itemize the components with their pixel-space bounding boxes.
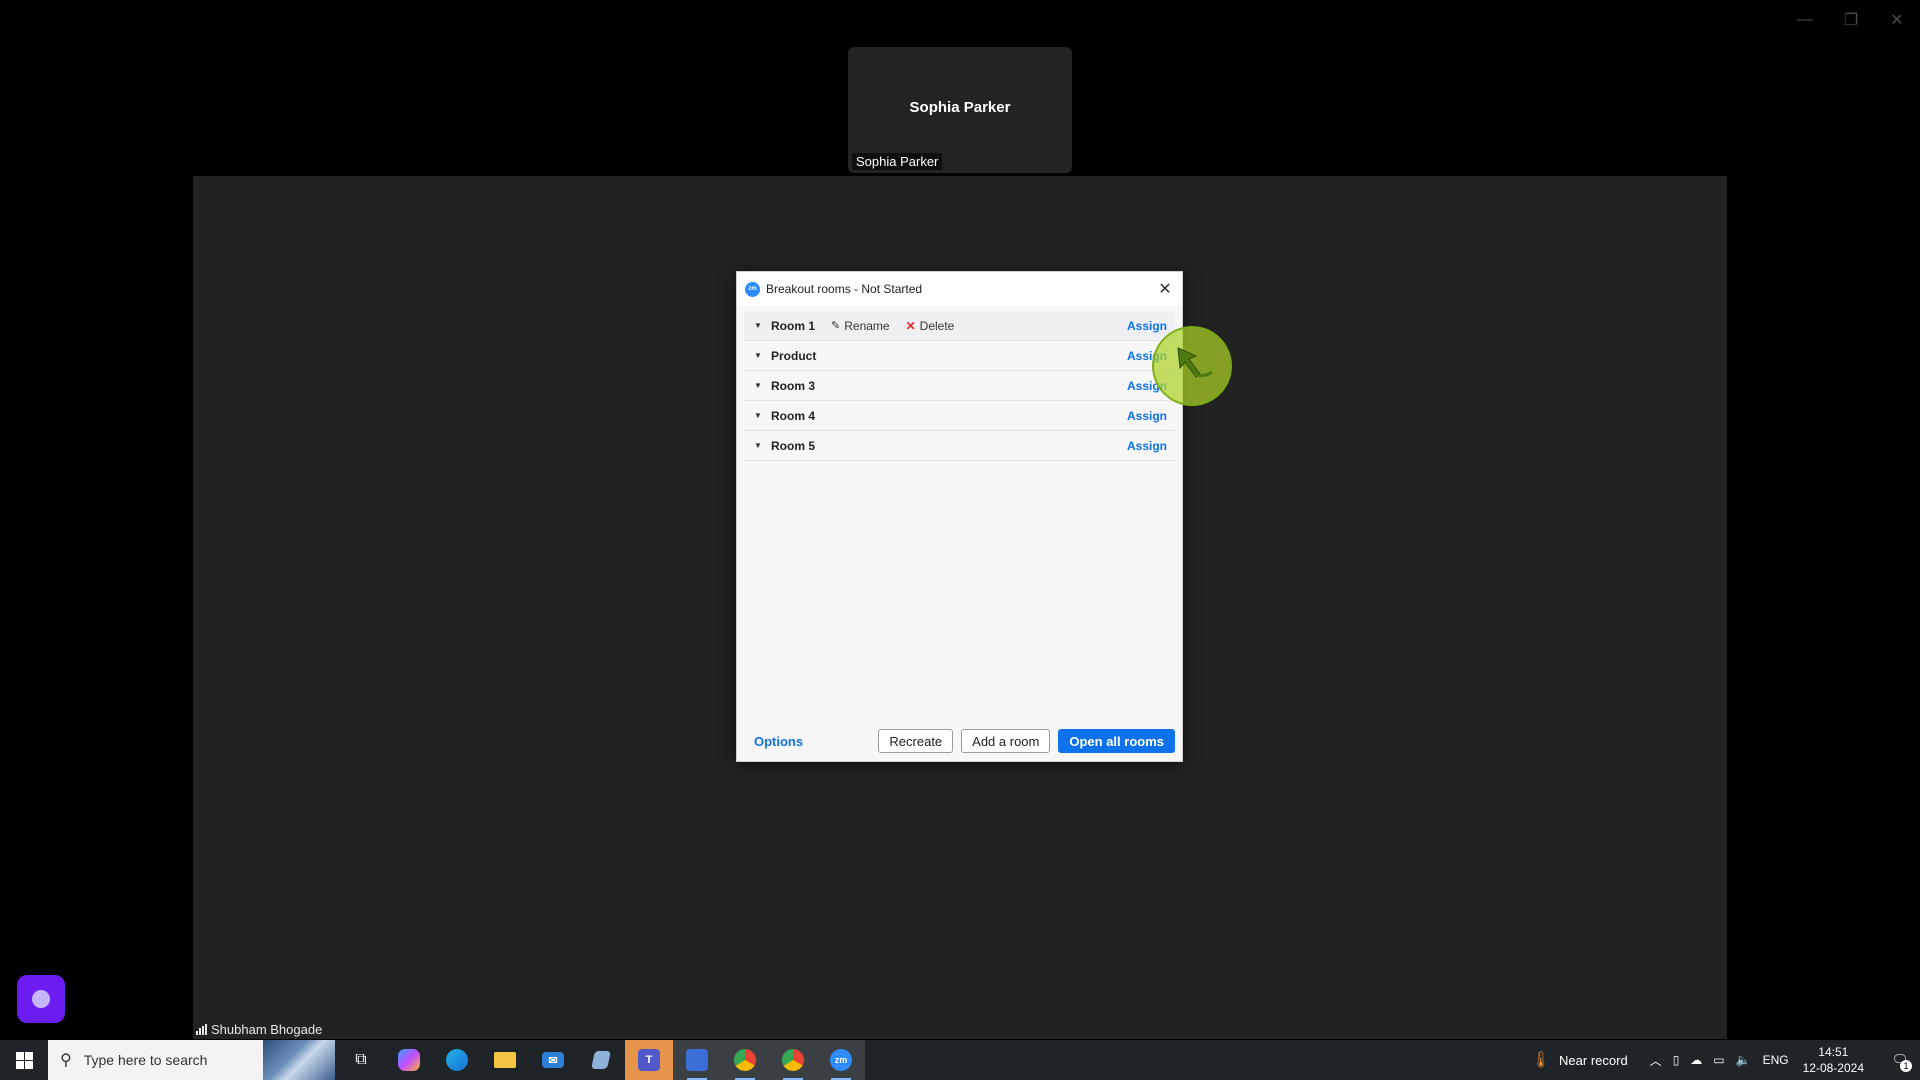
meet-icon[interactable]: ▯ — [1673, 1053, 1680, 1067]
network-icon[interactable]: ▭ — [1713, 1053, 1724, 1067]
room-name: Room 4 — [771, 408, 816, 423]
edge-icon — [446, 1049, 468, 1071]
add-room-button[interactable]: Add a room — [961, 729, 1051, 753]
rename-button[interactable]: ✎ Rename — [831, 319, 890, 333]
start-button[interactable] — [0, 1040, 48, 1080]
dialog-title: Breakout rooms - Not Started — [766, 282, 923, 296]
taskbar: ⚲ Type here to search ⧉ ✉ T zm 🌡 Near re… — [0, 1040, 1920, 1080]
room-row[interactable]: ▼ Room 4 Assign — [744, 401, 1175, 431]
pencil-icon: ✎ — [831, 320, 841, 332]
edge-button[interactable] — [433, 1040, 481, 1080]
room-name: Room 5 — [771, 438, 816, 453]
windows-logo-icon — [15, 1051, 33, 1069]
teams-icon: T — [638, 1049, 660, 1071]
clock[interactable]: 14:51 12-08-2024 — [1803, 1044, 1864, 1076]
assign-button[interactable]: Assign — [1127, 319, 1167, 333]
participant-video-tile[interactable]: Sophia Parker Sophia Parker — [848, 47, 1072, 173]
search-icon: ⚲ — [60, 1052, 72, 1069]
window-app-icon — [686, 1049, 708, 1071]
zoom-button[interactable]: zm — [817, 1040, 865, 1080]
dialog-footer: Options Recreate Add a room Open all roo… — [737, 721, 1182, 761]
window-app-button[interactable] — [673, 1040, 721, 1080]
assign-button[interactable]: Assign — [1127, 409, 1167, 423]
zoom-logo-icon: zm — [745, 281, 760, 297]
system-tray: 🌡 Near record ︿ ▯ ☁ ▭ 🔈 ENG 14:51 12-08-… — [1531, 1040, 1920, 1080]
task-view-icon: ⧉ — [355, 1051, 367, 1068]
chrome-icon — [782, 1049, 804, 1071]
language-indicator[interactable]: ENG — [1763, 1053, 1789, 1067]
clock-time: 14:51 — [1818, 1045, 1849, 1059]
room-row[interactable]: ▼ Room 1 ✎ Rename ✕ Delete Assign — [744, 311, 1175, 341]
caret-down-icon[interactable]: ▼ — [754, 411, 762, 420]
floating-assistant-button[interactable] — [17, 975, 65, 1023]
notification-count: 1 — [1900, 1060, 1912, 1072]
click-indicator — [1152, 326, 1232, 406]
clock-date: 12-08-2024 — [1802, 1061, 1864, 1075]
chevron-up-icon[interactable]: ︿ — [1650, 1052, 1662, 1069]
copilot-button[interactable] — [385, 1040, 433, 1080]
search-highlight-image — [263, 1040, 335, 1080]
close-icon[interactable]: ✕ — [1154, 278, 1176, 300]
app-button[interactable] — [577, 1040, 625, 1080]
room-row[interactable]: ▼ Product Assign — [744, 341, 1175, 371]
delete-button[interactable]: ✕ Delete — [906, 319, 955, 333]
weather-widget[interactable]: 🌡 Near record — [1531, 1050, 1628, 1070]
document-app-icon — [591, 1051, 611, 1069]
caret-down-icon[interactable]: ▼ — [754, 321, 762, 330]
rename-label: Rename — [844, 318, 890, 333]
mail-button[interactable]: ✉ — [529, 1040, 577, 1080]
room-name: Room 3 — [771, 378, 816, 393]
weather-text: Near record — [1559, 1052, 1628, 1068]
caret-down-icon[interactable]: ▼ — [754, 441, 762, 450]
assign-button[interactable]: Assign — [1127, 439, 1167, 453]
search-placeholder: Type here to search — [83, 1052, 208, 1068]
minimize-button[interactable]: — — [1782, 8, 1828, 32]
open-all-rooms-button[interactable]: Open all rooms — [1058, 729, 1175, 753]
thermometer-icon: 🌡 — [1530, 1052, 1552, 1069]
copilot-icon — [398, 1049, 420, 1071]
chrome-button[interactable] — [721, 1040, 769, 1080]
options-button[interactable]: Options — [754, 734, 803, 749]
caret-down-icon[interactable]: ▼ — [754, 381, 762, 390]
zoom-icon: zm — [830, 1049, 852, 1071]
folder-icon — [494, 1052, 516, 1068]
signal-strength-icon — [196, 1023, 207, 1035]
chrome-profile-button[interactable] — [769, 1040, 817, 1080]
dialog-titlebar: zm Breakout rooms - Not Started ✕ — [737, 272, 1182, 306]
volume-icon[interactable]: 🔈 — [1736, 1053, 1751, 1067]
room-name: Room 1 — [771, 318, 816, 333]
room-row[interactable]: ▼ Room 3 Assign — [744, 371, 1175, 401]
assistant-icon — [32, 990, 50, 1008]
window-controls: — ❐ ✕ — [1782, 8, 1920, 32]
taskbar-apps: ⧉ ✉ T zm — [337, 1040, 865, 1080]
recreate-button[interactable]: Recreate — [878, 729, 954, 753]
tray-icons: ︿ ▯ ☁ ▭ 🔈 — [1650, 1052, 1751, 1069]
delete-x-icon: ✕ — [905, 318, 916, 333]
room-name: Product — [771, 348, 817, 363]
participant-label: Sophia Parker — [852, 153, 943, 170]
stage-user-label: Shubham Bhogade — [193, 1019, 322, 1039]
close-window-button[interactable]: ✕ — [1874, 8, 1920, 32]
caret-down-icon[interactable]: ▼ — [754, 351, 762, 360]
mail-icon: ✉ — [542, 1052, 564, 1068]
chrome-icon — [734, 1049, 756, 1071]
onedrive-icon[interactable]: ☁ — [1690, 1053, 1702, 1067]
cursor-arrow-icon — [1177, 347, 1213, 378]
teams-button[interactable]: T — [625, 1040, 673, 1080]
room-row[interactable]: ▼ Room 5 Assign — [744, 431, 1175, 461]
stage-user-name: Shubham Bhogade — [211, 1021, 323, 1037]
task-view-button[interactable]: ⧉ — [337, 1040, 385, 1080]
participant-name: Sophia Parker — [909, 99, 1011, 116]
room-list: ▼ Room 1 ✎ Rename ✕ Delete Assign ▼ Prod… — [737, 306, 1182, 461]
notification-center-button[interactable]: 🗨 1 — [1880, 1040, 1920, 1080]
file-explorer-button[interactable] — [481, 1040, 529, 1080]
delete-label: Delete — [919, 318, 955, 333]
breakout-rooms-dialog: zm Breakout rooms - Not Started ✕ ▼ Room… — [736, 271, 1183, 762]
restore-button[interactable]: ❐ — [1828, 8, 1874, 32]
taskbar-search[interactable]: ⚲ Type here to search — [48, 1040, 335, 1080]
